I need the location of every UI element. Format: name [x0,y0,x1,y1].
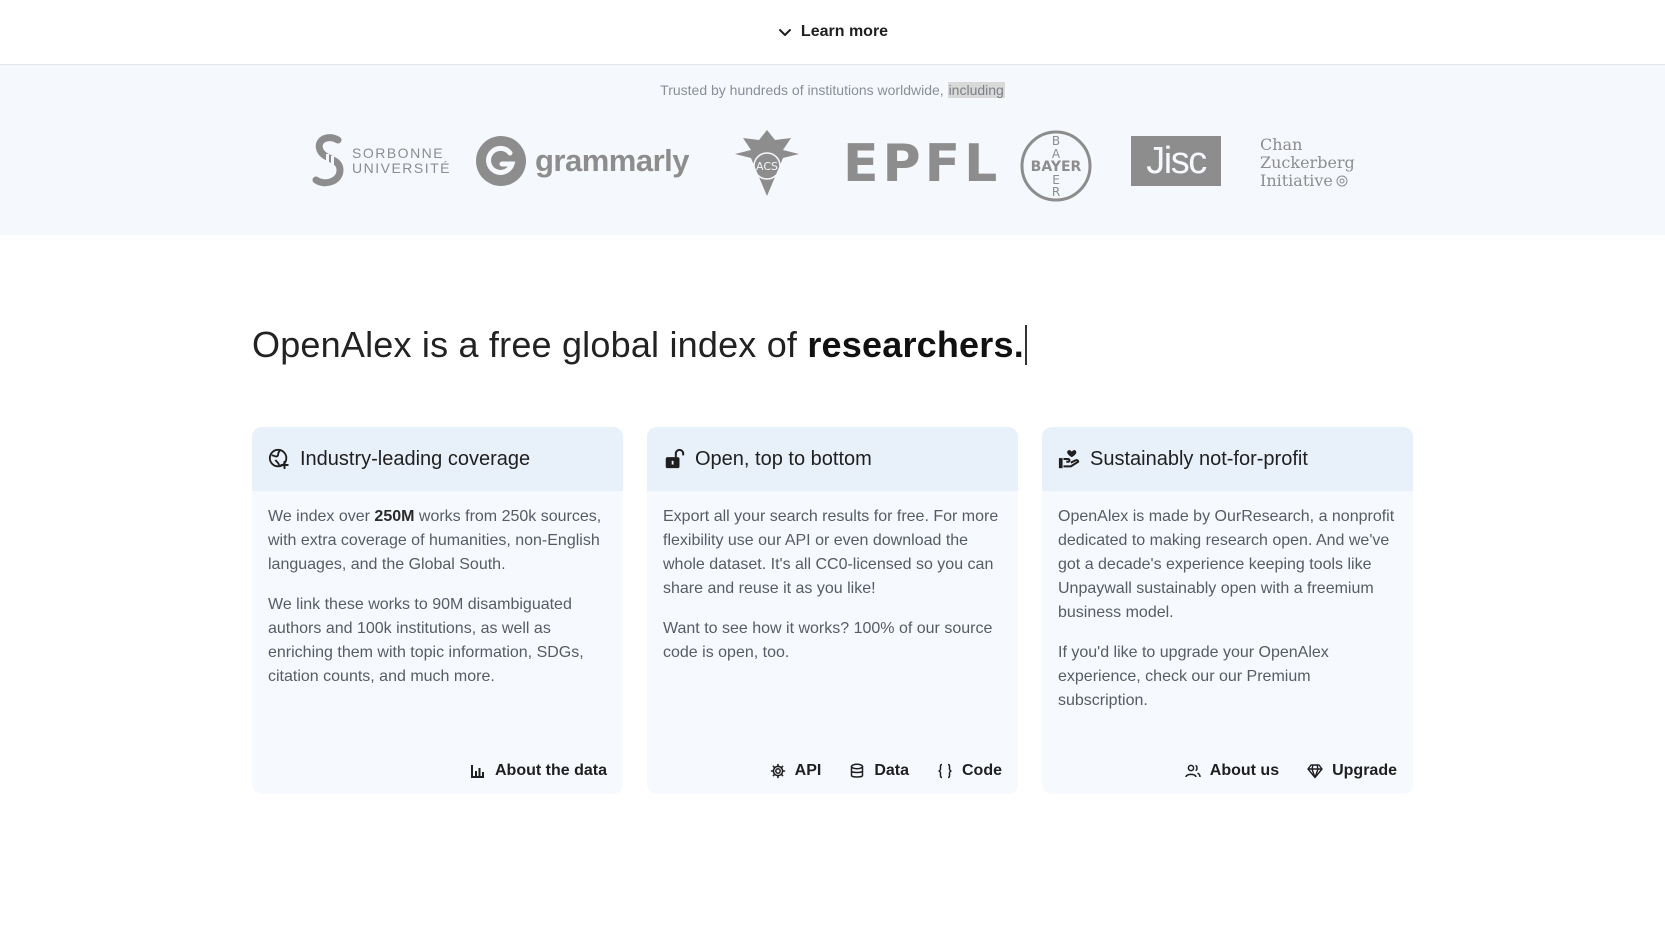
card-open: Open, top to bottom Export all your sear… [647,427,1018,794]
sorbonne-emblem [312,134,344,187]
card-body: We index over 250M works from 250k sourc… [252,491,623,689]
institution-logos: SORBONNE UNIVERSITÉ grammarly ACS EPFL B… [0,128,1665,204]
czi-line3: Initiative [1260,171,1333,190]
svg-text:R: R [1052,185,1060,199]
card-coverage: Industry-leading coverage We index over … [252,427,623,794]
jisc-logo: Jisc [1131,136,1221,186]
card-paragraph-2: If you'd like to upgrade your OpenAlex e… [1058,644,1329,709]
chevron-down-icon [778,29,791,36]
grammarly-word: grammarly [535,143,690,178]
acs-logo: ACS [729,128,805,198]
api-button[interactable]: API [770,762,822,780]
upgrade-label: Upgrade [1332,762,1397,779]
diamond-icon [1307,764,1323,779]
about-the-data-label: About the data [495,762,607,779]
data-label: Data [874,762,909,779]
card-paragraph-1: OpenAlex is made by OurResearch, a nonpr… [1058,508,1395,621]
czi-logo: Chan Zuckerberg Initiative [1260,136,1355,190]
upgrade-button[interactable]: Upgrade [1307,762,1397,780]
bayer-logo: BAYER BAER [1020,130,1092,202]
trusted-by-text: Trusted by hundreds of institutions worl… [0,82,1665,98]
jisc-word: Jisc [1146,139,1207,182]
code-button[interactable]: Code [937,762,1002,780]
card-title: Industry-leading coverage [300,447,531,470]
about-us-button[interactable]: About us [1185,762,1279,780]
trusted-text-highlight: including [947,82,1005,98]
top-bar: Learn more [0,0,1665,65]
hand-heart-icon [1058,450,1080,469]
svg-text:B: B [1052,134,1060,148]
grammarly-emblem [476,136,526,186]
text-run: We index over [268,508,375,525]
acs-emblem: ACS [735,130,799,196]
card-header: Open, top to bottom [647,427,1018,491]
text-caret [1024,325,1027,365]
grammarly-logo: grammarly [475,136,690,186]
card-paragraph-2: We link these works to 90M disambiguated… [268,596,584,685]
card-body: Export all your search results for free.… [647,491,1018,665]
czi-line2: Zuckerberg [1260,153,1355,172]
learn-more-label: Learn more [800,23,889,40]
czi-line1: Chan [1260,135,1303,154]
trusted-by-section: Trusted by hundreds of institutions worl… [0,65,1665,235]
epfl-word: EPFL [843,134,1002,194]
text-strong: 250M [374,508,415,525]
sorbonne-line1: SORBONNE [352,145,445,161]
globe-icon [268,448,289,470]
card-nonprofit: Sustainably not-for-profit OpenAlex is m… [1042,427,1413,794]
headline-prefix: OpenAlex is a free global index of [252,324,808,365]
epfl-logo: EPFL [843,134,1002,194]
card-title: Sustainably not-for-profit [1090,447,1308,470]
card-actions: API Data Code [770,762,1002,780]
card-body: OpenAlex is made by OurResearch, a nonpr… [1042,491,1413,713]
api-label: API [794,762,822,779]
braces-icon [938,763,952,779]
about-us-label: About us [1209,762,1280,779]
sorbonne-logo: SORBONNE UNIVERSITÉ [312,134,451,188]
bar-chart-icon [471,765,484,778]
svg-text:A: A [1052,147,1061,161]
card-paragraph-1: We index over 250M works from 250k sourc… [268,505,607,577]
card-actions: About us Upgrade [1185,762,1397,780]
card-actions: About the data [470,762,607,780]
card-paragraph-1: Export all your search results for free.… [663,508,999,597]
gear-icon [770,763,785,779]
card-header: Sustainably not-for-profit [1042,427,1413,491]
card-title: Open, top to bottom [695,447,872,470]
learn-more-button[interactable]: Learn more [777,23,888,41]
card-header: Industry-leading coverage [252,427,623,491]
unlock-icon [665,448,685,469]
trusted-text-prefix: Trusted by hundreds of institutions worl… [660,82,948,98]
headline-emphasis: researchers. [807,324,1024,365]
people-icon [1185,764,1201,778]
sorbonne-line2: UNIVERSITÉ [352,160,452,176]
code-label: Code [962,762,1002,779]
about-the-data-button[interactable]: About the data [470,762,607,780]
database-icon [851,763,864,778]
bayer-emblem: BAYER BAER [1020,130,1092,202]
data-button[interactable]: Data [849,762,909,780]
acs-letters: ACS [756,160,778,173]
card-paragraph-2: Want to see how it works? 100% of our so… [663,620,993,661]
czi-mark-icon [1336,175,1348,187]
hero-headline: OpenAlex is a free global index of resea… [252,324,1027,366]
